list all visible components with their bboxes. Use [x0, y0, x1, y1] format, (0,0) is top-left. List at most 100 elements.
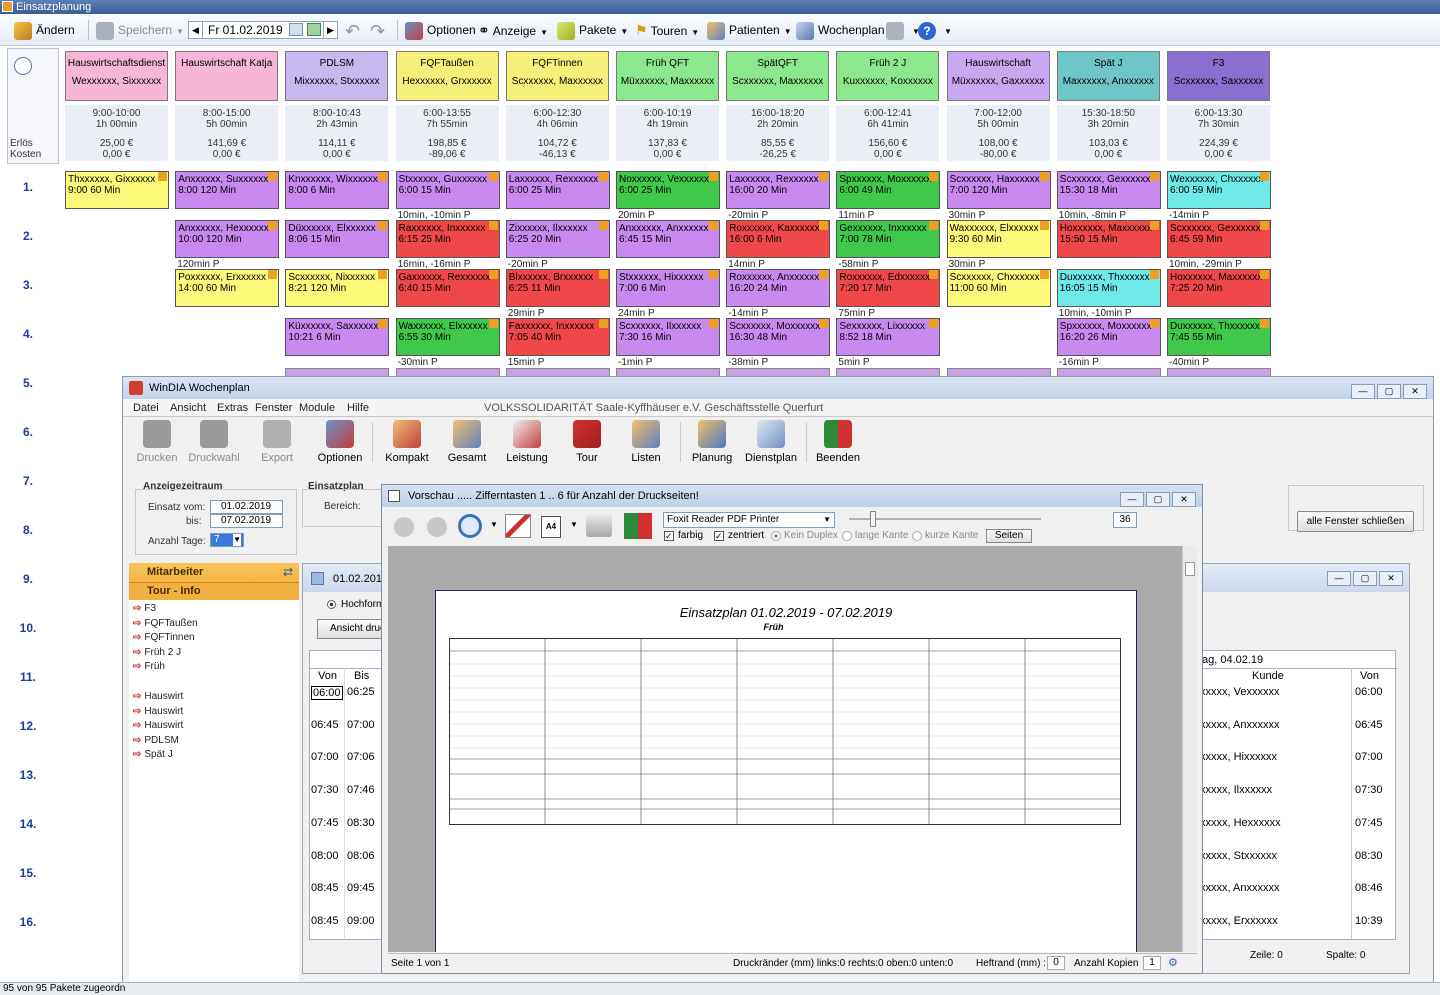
- date-picker[interactable]: ◀ Fr 01.02.2019 ▶: [188, 21, 338, 39]
- assignment-card[interactable]: Hoxxxxxx, Maxxxxxx 7:25 20 Min: [1167, 269, 1271, 307]
- column-header-8[interactable]: Hauswirtschaft Müxxxxxx, Gaxxxxxx: [946, 51, 1050, 101]
- prev-day-button[interactable]: ◀: [189, 22, 203, 38]
- assignment-card[interactable]: Wexxxxxx, Chxxxxxx 6:00 59 Min: [1167, 171, 1271, 209]
- close-button[interactable]: ✕: [1172, 492, 1196, 507]
- menu-module[interactable]: Module: [299, 402, 335, 414]
- time-von[interactable]: 07:45: [311, 817, 339, 829]
- maximize-button[interactable]: ▢: [1353, 571, 1377, 586]
- toolbar-leistung-button[interactable]: Leistung: [501, 420, 553, 464]
- next-page-icon[interactable]: [427, 517, 447, 537]
- toolbar-drucken-button[interactable]: Drucken: [131, 420, 183, 464]
- kopien-field[interactable]: 1: [1143, 956, 1161, 970]
- zoom-slider-thumb[interactable]: [870, 511, 876, 527]
- assignment-card[interactable]: Duxxxxxx, Thxxxxxx 7:45 55 Min: [1167, 318, 1271, 356]
- maximize-button[interactable]: ▢: [1146, 492, 1170, 507]
- toolbar-beenden-button[interactable]: Beenden: [812, 420, 864, 464]
- menu-extras[interactable]: Extras: [217, 402, 248, 414]
- assignment-card[interactable]: Gexxxxxx, Inxxxxxx 7:00 78 Min: [836, 220, 941, 258]
- assignment-card[interactable]: [505, 368, 610, 376]
- assignment-card[interactable]: Waxxxxxx, Elxxxxxx 6:55 30 Min: [395, 318, 500, 356]
- assignment-card[interactable]: Stxxxxxx, Hixxxxxx 7:00 6 Min: [616, 269, 720, 307]
- minimize-button[interactable]: —: [1351, 384, 1375, 399]
- toolbar-dienstplan-button[interactable]: Dienstplan: [745, 420, 797, 464]
- assignment-card[interactable]: Roxxxxxx, Anxxxxxx 16:20 24 Min: [726, 269, 831, 307]
- menu-datei[interactable]: Datei: [133, 402, 159, 414]
- assignment-card[interactable]: Blxxxxxx, Brxxxxxx 6:25 11 Min: [505, 269, 610, 307]
- time-von[interactable]: 07:30: [311, 784, 339, 796]
- einsatz-von-field[interactable]: 01.02.2019: [210, 500, 283, 514]
- seiten-button[interactable]: Seiten: [986, 529, 1032, 543]
- assignment-card[interactable]: Anxxxxxx, Anxxxxxx 6:45 15 Min: [616, 220, 720, 258]
- assignment-card[interactable]: Scxxxxxx, Haxxxxxx 7:00 120 Min: [946, 171, 1051, 209]
- print-button[interactable]: ▼: [886, 20, 920, 40]
- hochformat-radio[interactable]: [327, 600, 336, 609]
- assignment-card[interactable]: [285, 368, 390, 376]
- tour-info-tab[interactable]: Tour - Info: [147, 585, 201, 597]
- time-von[interactable]: 08:45: [311, 915, 339, 927]
- assignment-card[interactable]: Scxxxxxx, Moxxxxxx 16:30 48 Min: [726, 318, 831, 356]
- assignment-card[interactable]: Spxxxxxx, Moxxxxxx 16:20 26 Min: [1056, 318, 1161, 356]
- column-header-7[interactable]: Früh 2 J Kuxxxxxx, Koxxxxxx: [836, 51, 940, 101]
- toolbar-tour-button[interactable]: Tour: [561, 420, 613, 464]
- redo-icon[interactable]: ↷: [370, 21, 385, 42]
- customer-name[interactable]: xxxxx, Vexxxxxx: [1200, 686, 1279, 698]
- zoom-value[interactable]: 36: [1113, 512, 1137, 528]
- assignment-card[interactable]: [1167, 368, 1271, 376]
- staff-item[interactable]: ⇨ F3: [133, 603, 156, 614]
- assignment-card[interactable]: Roxxxxxx, Kaxxxxxx 16:00 6 Min: [726, 220, 831, 258]
- customer-name[interactable]: xxxxx, Erxxxxxx: [1200, 915, 1278, 927]
- assignment-card[interactable]: Scxxxxxx, Chxxxxxx 11:00 60 Min: [946, 269, 1051, 307]
- touren-button[interactable]: ⚑ Touren ▼: [635, 20, 699, 40]
- next-day-button[interactable]: ▶: [323, 22, 337, 38]
- rotate-icon[interactable]: [505, 514, 531, 538]
- assignment-card[interactable]: [616, 368, 720, 376]
- lange-kante-radio[interactable]: [842, 531, 852, 541]
- anzahl-tage-select[interactable]: 7 ▼: [210, 533, 244, 547]
- customer-name[interactable]: xxxxx, Hixxxxxx: [1200, 751, 1277, 763]
- clock-icon[interactable]: [14, 57, 32, 75]
- time-von[interactable]: 06:45: [311, 719, 339, 731]
- time-von[interactable]: 08:45: [311, 882, 339, 894]
- assignment-card[interactable]: Thxxxxxx, Gixxxxxx 9:00 60 Min: [65, 171, 169, 209]
- speichern-button[interactable]: Speichern ▼: [96, 20, 184, 40]
- time-von[interactable]: 08:00: [311, 850, 339, 862]
- column-header-10[interactable]: F3 Scxxxxxx, Saxxxxxx: [1167, 51, 1270, 101]
- menu-hilfe[interactable]: Hilfe: [347, 402, 369, 414]
- calendar-icon[interactable]: [289, 23, 303, 36]
- staff-item[interactable]: ⇨ Früh: [133, 661, 165, 672]
- assignment-card[interactable]: [836, 368, 941, 376]
- farbig-checkbox[interactable]: ✓: [664, 531, 674, 541]
- assignment-card[interactable]: Laxxxxxx, Rexxxxxx 16:00 20 Min: [726, 171, 831, 209]
- anzeige-button[interactable]: ⚭ Anzeige ▼: [478, 20, 548, 40]
- column-header-2[interactable]: PDLSM Mixxxxxx, Stxxxxxx: [285, 51, 389, 101]
- zentriert-checkbox[interactable]: ✓: [714, 531, 724, 541]
- menu-ansicht[interactable]: Ansicht: [170, 402, 206, 414]
- assignment-card[interactable]: Düxxxxxx, Elxxxxxx 8:06 15 Min: [285, 220, 390, 258]
- column-header-0[interactable]: Hauswirtschaftsdienst Wexxxxxx, Sixxxxxx: [65, 51, 168, 101]
- patienten-button[interactable]: Patienten ▼: [707, 20, 792, 40]
- printer-select[interactable]: Foxit Reader PDF Printer ▼: [663, 512, 835, 528]
- wochenplan-button[interactable]: Wochenplan: [796, 20, 885, 40]
- help-button[interactable]: ? ▼: [918, 20, 952, 40]
- assignment-card[interactable]: Poxxxxxx, Erxxxxxx 14:00 60 Min: [175, 269, 280, 307]
- staff-item[interactable]: ⇨ Hauswirt: [133, 720, 183, 731]
- assignment-card[interactable]: [1056, 368, 1161, 376]
- assignment-card[interactable]: Roxxxxxx, Edxxxxxx 7:20 17 Min: [836, 269, 941, 307]
- settings-icon[interactable]: ⚙: [1168, 956, 1178, 969]
- heftrand-field[interactable]: 0: [1047, 956, 1065, 970]
- customer-name[interactable]: xxxxx, Anxxxxxx: [1200, 882, 1279, 894]
- assignment-card[interactable]: [395, 368, 500, 376]
- close-button[interactable]: ✕: [1403, 384, 1427, 399]
- staff-item[interactable]: ⇨ Spät J: [133, 749, 173, 760]
- chevron-down-icon[interactable]: ▼: [570, 520, 578, 529]
- menu-fenster[interactable]: Fenster: [255, 402, 292, 414]
- zoom-icon[interactable]: [458, 514, 482, 538]
- staff-item[interactable]: ⇨ FQFTaußen: [133, 618, 198, 629]
- customer-name[interactable]: xxxxx, Anxxxxxx: [1200, 719, 1279, 731]
- assignment-card[interactable]: Waxxxxxx, Elxxxxxx 9:30 60 Min: [946, 220, 1051, 258]
- staff-item[interactable]: ⇨ Hauswirt: [133, 691, 183, 702]
- minimize-button[interactable]: —: [1120, 492, 1144, 507]
- paper-size-icon[interactable]: A4: [541, 516, 561, 538]
- optionen-button[interactable]: Optionen: [405, 20, 476, 40]
- staff-item[interactable]: ⇨ Früh 2 J: [133, 647, 181, 658]
